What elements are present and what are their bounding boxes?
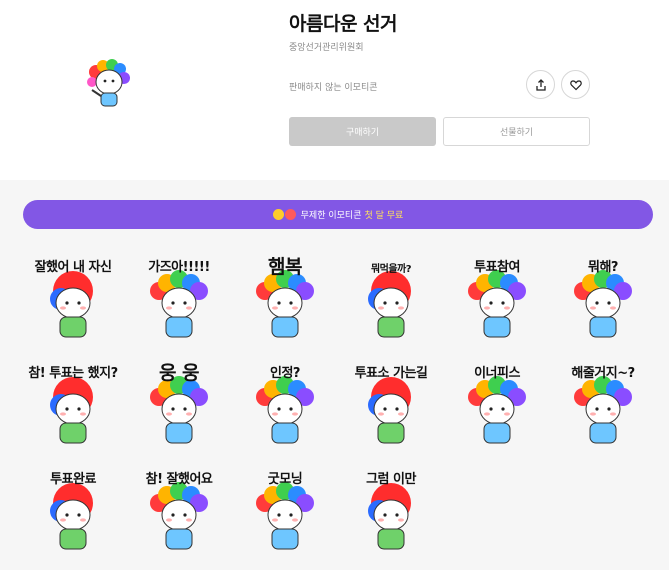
sticker-item[interactable]: 잘했어 내 자신 — [20, 245, 126, 345]
sticker-caption: 참! 투표는 했지? — [28, 366, 118, 381]
unlimited-emoticon-banner[interactable]: 무제한 이모티콘 첫 달 무료 — [23, 200, 653, 229]
sticker-item[interactable]: 굿모닝 — [232, 457, 338, 557]
sticker-caption: 참! 잘했어요 — [145, 472, 213, 487]
emoticon-page: 아름다운 선거 중앙선거관리위원회 판매하지 않는 이모티콘 구매하기 선물하기… — [0, 0, 669, 570]
emoticon-face-icon — [272, 209, 284, 220]
sticker-item[interactable]: 뭐해? — [550, 245, 656, 345]
emoticon-plus-icon — [284, 209, 296, 220]
product-author[interactable]: 중앙선거관리위원회 — [289, 40, 364, 53]
sticker-caption: 굿모닝 — [267, 472, 303, 487]
product-title: 아름다운 선거 — [289, 13, 398, 35]
sticker-caption: 잘했어 내 자신 — [34, 260, 112, 275]
sticker-item[interactable]: 투표완료 — [20, 457, 126, 557]
sticker-item[interactable]: 가즈아!!!!! — [126, 245, 232, 345]
gift-button[interactable]: 선물하기 — [443, 117, 590, 146]
sticker-item[interactable]: 웅 웅 — [126, 351, 232, 451]
sticker-caption: 투표완료 — [50, 472, 96, 487]
sticker-caption: 해줄거지~? — [571, 366, 635, 381]
product-header: 아름다운 선거 중앙선거관리위원회 판매하지 않는 이모티콘 구매하기 선물하기 — [0, 0, 669, 180]
sticker-item[interactable]: 참! 투표는 했지? — [20, 351, 126, 451]
sticker-caption: 그럼 이만 — [366, 472, 416, 487]
sticker-preview-area: 무제한 이모티콘 첫 달 무료 잘했어 내 자신 가즈아!!!!! 햄복 뭐먹을까? 투… — [0, 180, 669, 570]
sticker-caption: 인정? — [270, 366, 300, 381]
sticker-grid: 잘했어 내 자신 가즈아!!!!! 햄복 뭐먹을까? 투표참여 뭐해? 참! 투표는 했지?… — [20, 245, 660, 570]
share-button[interactable] — [526, 70, 555, 99]
banner-highlight: 첫 달 무료 — [364, 211, 404, 221]
sticker-item[interactable]: 참! 잘했어요 — [126, 457, 232, 557]
share-icon — [535, 78, 546, 91]
banner-text: 무제한 이모티콘 — [300, 211, 362, 221]
sticker-caption: 가즈아!!!!! — [148, 260, 210, 275]
heart-icon — [569, 79, 582, 90]
sticker-item[interactable]: 그럼 이만 — [338, 457, 444, 557]
sale-status: 판매하지 않는 이모티콘 — [289, 83, 378, 93]
sticker-item[interactable]: 해줄거지~? — [550, 351, 656, 451]
sticker-caption: 투표참여 — [474, 260, 520, 275]
sticker-caption: 햄복 — [268, 256, 302, 278]
buy-button[interactable]: 구매하기 — [289, 117, 436, 146]
sticker-caption: 웅 웅 — [158, 362, 200, 384]
sticker-caption: 이너피스 — [474, 366, 520, 381]
sticker-item[interactable]: 이너피스 — [444, 351, 550, 451]
like-button[interactable] — [561, 70, 590, 99]
sticker-caption: 투표소 가는길 — [354, 366, 428, 381]
product-thumbnail — [87, 59, 130, 107]
sticker-caption: 뭐해? — [588, 260, 618, 275]
sticker-item[interactable]: 인정? — [232, 351, 338, 451]
sticker-item[interactable]: 뭐먹을까? — [338, 245, 444, 345]
sticker-caption: 뭐먹을까? — [370, 264, 412, 275]
sticker-item[interactable]: 투표참여 — [444, 245, 550, 345]
sticker-item[interactable]: 햄복 — [232, 245, 338, 345]
sticker-item[interactable]: 투표소 가는길 — [338, 351, 444, 451]
